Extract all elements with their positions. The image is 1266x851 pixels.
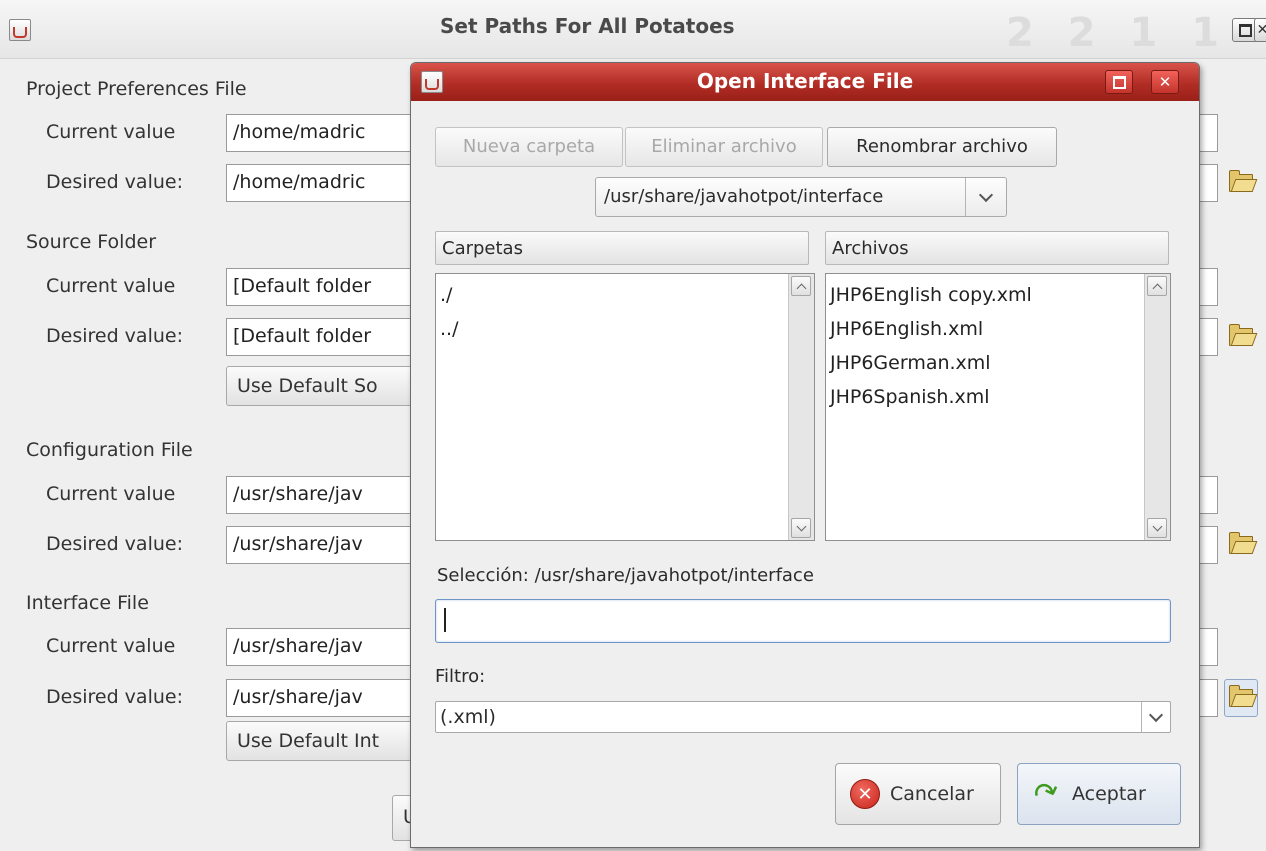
browse-config-file-button[interactable] [1224,526,1258,564]
open-folder-icon [1229,324,1253,346]
chevron-up-icon [1152,283,1162,293]
files-header: Archivos [825,231,1169,265]
dialog-title: Open Interface File [696,69,914,93]
use-default-source-button[interactable]: Use Default So [226,366,416,406]
folders-list[interactable]: ./ ../ [435,273,815,541]
selection-row: Selección: /usr/share/javahotpot/interfa… [437,565,814,586]
path-combo-value: /usr/share/javahotpot/interface [604,186,884,207]
project-prefs-current-field[interactable]: /home/madric [226,114,416,152]
list-item[interactable]: JHP6German.xml [830,352,991,374]
current-value-label: Current value [46,483,176,505]
ghost-background-text: 2 2 1 1 [1006,10,1230,56]
source-folder-desired-field[interactable]: [Default folder [226,318,416,356]
files-list[interactable]: JHP6English copy.xml JHP6English.xml JHP… [825,273,1171,541]
accept-button[interactable]: ↶ Aceptar [1017,763,1181,825]
java-app-icon [9,19,31,41]
source-folder-current-field[interactable]: [Default folder [226,268,416,306]
scroll-down-button[interactable] [791,518,811,538]
cancel-icon: ✕ [850,779,880,809]
cancel-button[interactable]: ✕ Cancelar [835,763,1001,825]
desired-value-label: Desired value: [46,533,183,555]
desired-value-label: Desired value: [46,686,183,708]
path-combo-arrow[interactable] [965,178,1006,216]
chevron-down-icon [1152,521,1162,531]
current-value-label: Current value [46,121,176,143]
chevron-down-icon [796,521,806,531]
list-item[interactable]: JHP6English.xml [830,318,983,340]
list-item[interactable]: JHP6English copy.xml [830,284,1032,306]
open-folder-icon [1229,170,1253,192]
accept-arrow-icon: ↶ [1029,772,1065,815]
filter-combo-arrow[interactable] [1141,702,1170,732]
scroll-up-button[interactable] [791,276,811,296]
desired-value-label: Desired value: [46,325,183,347]
browse-source-folder-button[interactable] [1224,318,1258,356]
current-value-label: Current value [46,635,176,657]
maximize-icon [1112,75,1126,89]
filter-value: (.xml) [440,706,496,728]
project-prefs-desired-field[interactable]: /home/madric [226,164,416,202]
files-scrollbar[interactable] [1144,274,1170,540]
folders-scrollbar[interactable] [788,274,814,540]
close-button[interactable]: ✕ [1254,18,1266,42]
open-folder-icon [1229,532,1253,554]
use-default-interface-button[interactable]: Use Default Int [226,721,416,761]
interface-file-current-field[interactable]: /usr/share/jav [226,628,416,666]
main-window-title: Set Paths For All Potatoes [440,14,735,38]
list-item[interactable]: ../ [440,318,458,340]
browse-interface-file-button[interactable] [1224,679,1258,717]
open-folder-icon [1229,685,1253,707]
rename-file-button[interactable]: Renombrar archivo [827,127,1057,167]
browse-project-prefs-button[interactable] [1224,164,1258,202]
current-value-label: Current value [46,275,176,297]
scroll-up-button[interactable] [1147,276,1167,296]
close-icon: ✕ [1256,22,1266,38]
accept-label: Aceptar [1072,783,1146,805]
chevron-up-icon [796,283,806,293]
chevron-down-icon [1148,707,1164,723]
list-item[interactable]: JHP6Spanish.xml [830,386,990,408]
section-label-configuration-file: Configuration File [26,439,193,461]
config-file-current-field[interactable]: /usr/share/jav [226,476,416,514]
interface-file-desired-field[interactable]: /usr/share/jav [226,679,416,717]
section-label-project-preferences: Project Preferences File [26,78,247,100]
path-combo[interactable]: /usr/share/javahotpot/interface [595,177,1007,217]
selection-path: /usr/share/javahotpot/interface [534,565,814,586]
text-caret [444,608,446,632]
filename-input[interactable] [435,599,1171,643]
section-label-source-folder: Source Folder [26,231,157,253]
section-label-interface-file: Interface File [26,592,149,614]
open-interface-file-dialog: Open Interface File ✕ Nueva carpeta Elim… [410,62,1200,848]
selection-label: Selección: [437,565,529,586]
config-file-desired-field[interactable]: /usr/share/jav [226,526,416,564]
cancel-label: Cancelar [890,783,974,805]
delete-file-button[interactable]: Eliminar archivo [625,127,823,167]
dialog-maximize-button[interactable] [1105,70,1133,94]
desired-value-label: Desired value: [46,171,183,193]
scroll-down-button[interactable] [1147,518,1167,538]
maximize-icon [1238,23,1252,37]
folders-header: Carpetas [435,231,809,265]
dialog-close-button[interactable]: ✕ [1151,70,1179,94]
list-item[interactable]: ./ [440,284,452,306]
filter-combo[interactable]: (.xml) [435,701,1171,733]
chevron-down-icon [978,187,994,203]
new-folder-button[interactable]: Nueva carpeta [435,127,623,167]
filter-label: Filtro: [435,666,486,687]
close-icon: ✕ [1158,73,1172,91]
